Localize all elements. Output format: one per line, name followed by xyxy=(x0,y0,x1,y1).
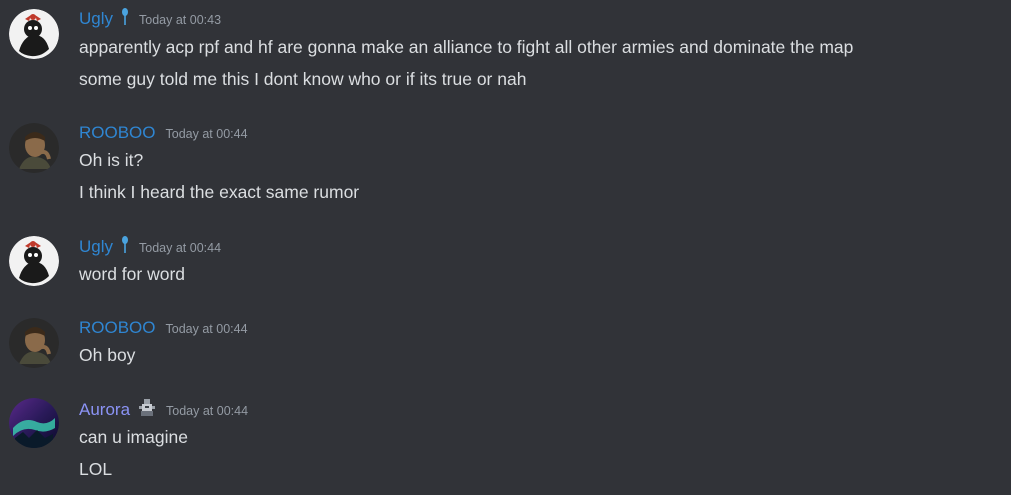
avatar[interactable] xyxy=(9,236,59,286)
timestamp[interactable]: Today at 00:44 xyxy=(166,404,248,418)
blue-pin-icon xyxy=(121,235,129,259)
blue-pin-icon xyxy=(121,7,129,31)
message-text: some guy told me this I dont know who or… xyxy=(79,69,527,89)
message-header: Ugly Today at 00:44 xyxy=(79,235,221,259)
message-header: Aurora Today at 00:44 xyxy=(79,398,248,422)
message-text: Oh boy xyxy=(79,345,136,365)
message-text: I think I heard the exact same rumor xyxy=(79,182,360,202)
message-header: ROOBOO Today at 00:44 xyxy=(79,316,248,340)
avatar[interactable] xyxy=(9,318,59,368)
username[interactable]: Aurora xyxy=(79,398,130,422)
message-text: Oh is it? xyxy=(79,150,144,170)
robot-figure-icon xyxy=(138,398,156,422)
avatar[interactable] xyxy=(9,398,59,448)
username[interactable]: ROOBOO xyxy=(79,121,156,145)
username[interactable]: ROOBOO xyxy=(79,316,156,340)
username[interactable]: Ugly xyxy=(79,7,113,31)
message-text: can u imagine xyxy=(79,427,188,447)
message-text: apparently acp rpf and hf are gonna make… xyxy=(79,37,854,57)
avatar[interactable] xyxy=(9,123,59,173)
message-header: ROOBOO Today at 00:44 xyxy=(79,121,248,145)
timestamp[interactable]: Today at 00:43 xyxy=(139,13,221,27)
message-text: word for word xyxy=(79,264,186,284)
message-header: Ugly Today at 00:43 xyxy=(79,7,221,31)
timestamp[interactable]: Today at 00:44 xyxy=(139,241,221,255)
username[interactable]: Ugly xyxy=(79,235,113,259)
avatar[interactable] xyxy=(9,9,59,59)
chat-message-list: Ugly Today at 00:43 apparently acp rpf a… xyxy=(0,0,1011,495)
message-text: LOL xyxy=(79,459,113,479)
timestamp[interactable]: Today at 00:44 xyxy=(166,322,248,336)
timestamp[interactable]: Today at 00:44 xyxy=(166,127,248,141)
